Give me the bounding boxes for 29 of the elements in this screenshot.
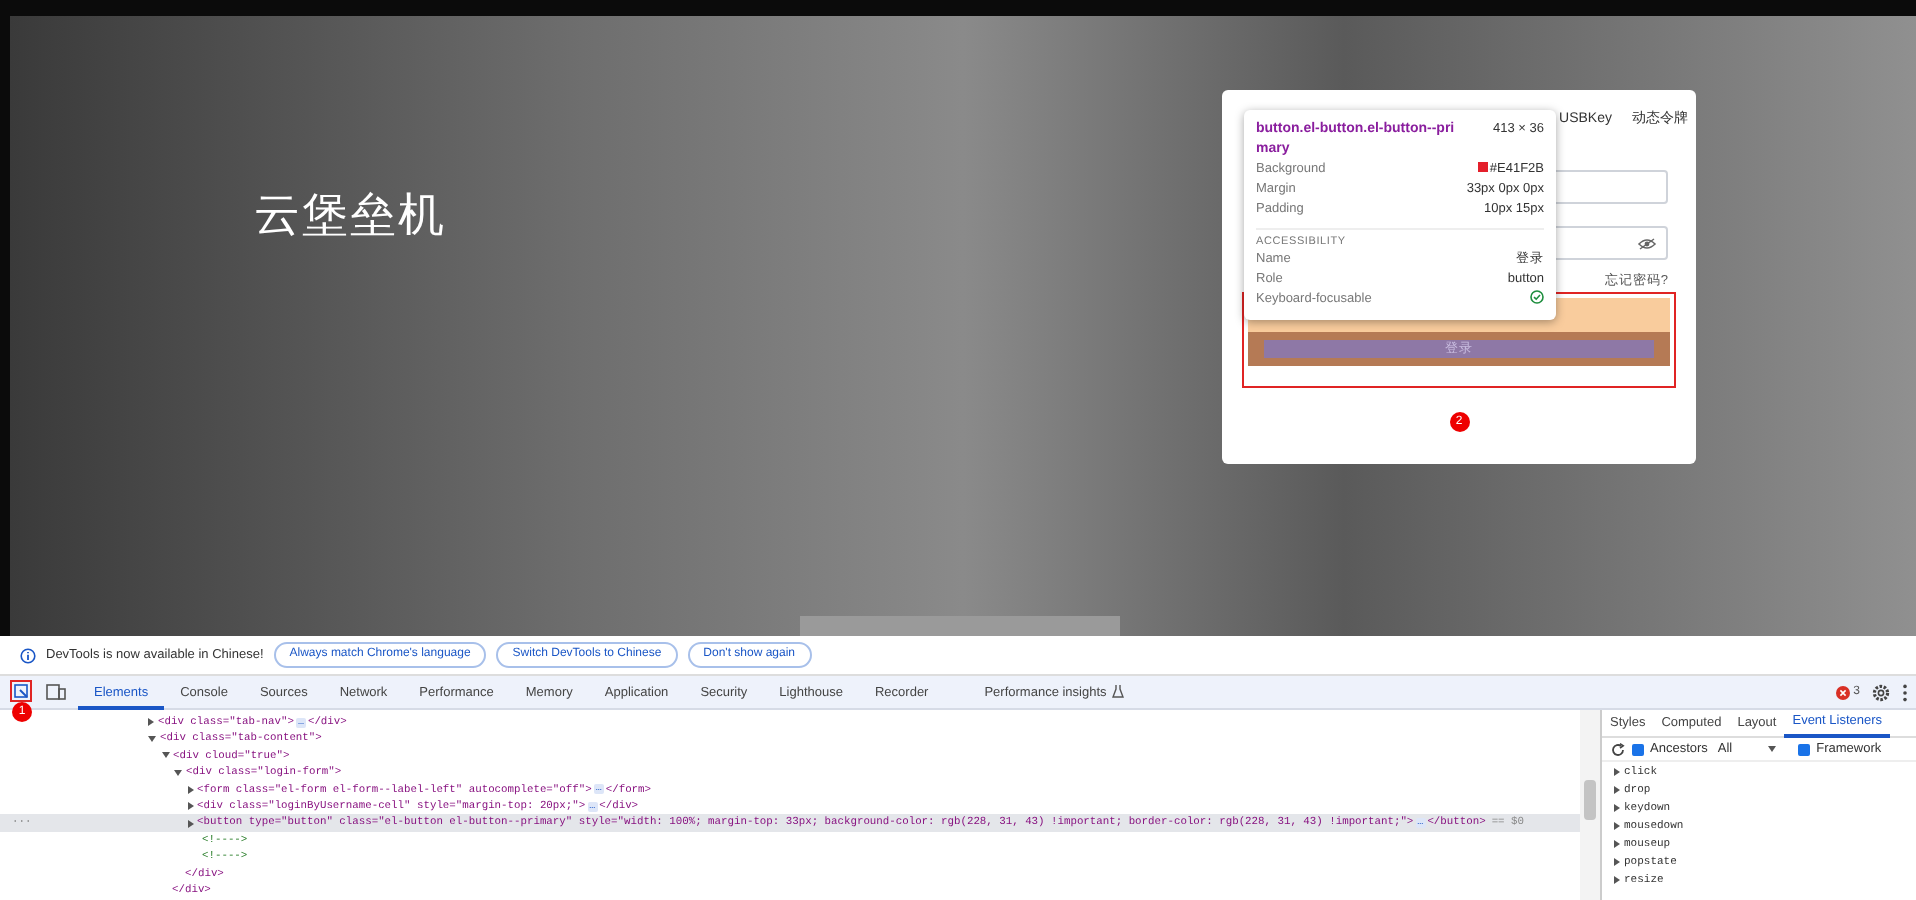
expand-toggle-icon[interactable]: [1614, 839, 1620, 847]
refresh-icon[interactable]: [1610, 741, 1626, 757]
expand-toggle-icon[interactable]: [174, 769, 182, 776]
expand-toggle-icon[interactable]: [148, 736, 156, 743]
checkbox[interactable]: [1798, 743, 1811, 755]
expand-toggle-icon[interactable]: [187, 819, 193, 828]
expand-toggle-icon[interactable]: [1614, 821, 1620, 829]
settings-icon[interactable]: [1872, 683, 1890, 701]
expand-toggle-icon[interactable]: [1614, 785, 1620, 793]
eye-icon[interactable]: [1638, 237, 1656, 249]
error-icon: [1835, 685, 1850, 699]
caret-icon: [1768, 746, 1777, 752]
checkbox[interactable]: [1632, 743, 1644, 755]
check-icon: [1530, 290, 1544, 305]
expand-toggle-icon[interactable]: [1614, 875, 1620, 883]
device-toolbar-icon[interactable]: [46, 684, 66, 700]
expand-toggle-icon[interactable]: [1614, 803, 1620, 811]
inspect-icon[interactable]: [10, 680, 32, 702]
expand-toggle-icon[interactable]: [1614, 857, 1620, 865]
flask-icon: [1112, 684, 1125, 699]
expand-toggle-icon[interactable]: [187, 785, 193, 794]
expand-toggle-icon[interactable]: [148, 718, 154, 727]
scrollbar-thumb[interactable]: [1584, 780, 1596, 820]
info-icon: [20, 647, 36, 663]
more-options-icon[interactable]: [1902, 683, 1908, 701]
color-swatch: [1477, 162, 1488, 172]
expand-toggle-icon[interactable]: [1614, 767, 1620, 775]
page-title: 云堡垒机: [254, 186, 446, 244]
expand-toggle-icon[interactable]: [161, 752, 169, 759]
